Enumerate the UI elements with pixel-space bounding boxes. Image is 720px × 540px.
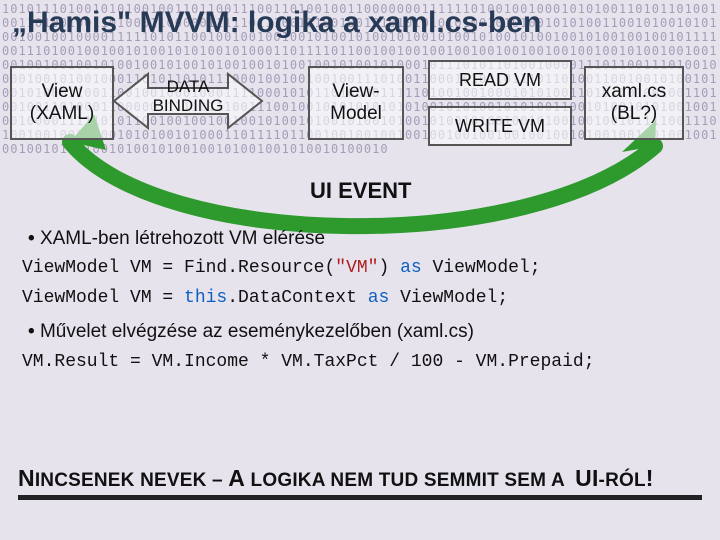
code-line-2: ViewModel VM = this.DataContext as ViewM… [22,285,708,313]
footer-statement: NINCSENEK NEVEK – A LOGIKA NEM TUD SEMMI… [18,465,702,500]
diagram-area: View (XAML) DATA BINDING View- Model REA… [10,56,710,176]
slide-content: „Hamis" MVVM: logika a xaml.cs-ben View … [0,0,720,540]
read-vm-label: READ VM [459,70,541,91]
box-view-model: View- Model [308,66,404,140]
box-read-vm: READ VM [428,60,572,100]
bullet-2: Művelet elvégzése az eseménykezelőben (x… [28,317,708,346]
box-xaml-cs: xaml.cs (BL?) [584,66,684,140]
xaml-cs-label: xaml.cs (BL?) [602,81,666,125]
box-write-vm: WRITE VM [428,106,572,146]
binding-top: DATA [138,78,238,97]
ui-event-label: UI EVENT [310,178,411,204]
box-view-label: View (XAML) [30,81,94,125]
box-view-xaml: View (XAML) [10,66,114,140]
body-text: XAML-ben létrehozott VM elérése ViewMode… [18,220,708,379]
write-vm-label: WRITE VM [455,116,545,137]
code-line-1: ViewModel VM = Find.Resource("VM") as Vi… [22,255,708,283]
bullet-1: XAML-ben létrehozott VM elérése [28,224,708,253]
binding-bot: BINDING [138,97,238,116]
box-vm-label: View- Model [330,81,382,125]
data-binding-label: DATA BINDING [138,78,238,115]
code-line-3: VM.Result = VM.Income * VM.TaxPct / 100 … [22,349,708,377]
slide-title: „Hamis" MVVM: logika a xaml.cs-ben [12,6,541,40]
